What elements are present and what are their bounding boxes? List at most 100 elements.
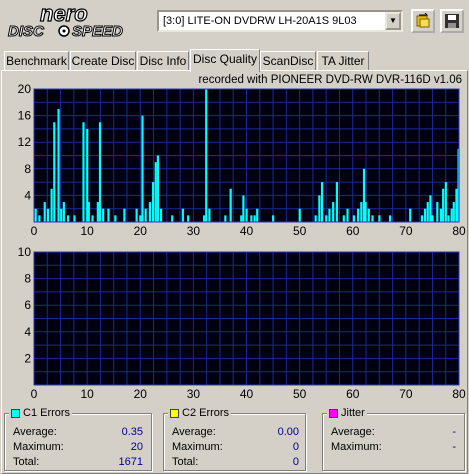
jitter-color-swatch <box>329 408 338 418</box>
tab-create-disc[interactable]: Create Disc <box>70 51 136 71</box>
c1-bar <box>272 215 275 222</box>
tab-disc-quality[interactable]: Disc Quality <box>190 49 260 72</box>
c1-average-value: 0.35 <box>121 426 143 438</box>
c1-bar <box>46 208 50 222</box>
floppy-save-icon <box>445 14 459 28</box>
drive-select[interactable]: [3:0] LITE-ON DVDRW LH-20A1S 9L03 ▼ <box>157 10 403 32</box>
c1-bar <box>87 202 90 222</box>
chevron-down-icon[interactable]: ▼ <box>385 12 401 30</box>
jitter-group: Jitter Average: - Maximum: - <box>322 407 465 471</box>
tab-benchmark[interactable]: Benchmark <box>4 51 69 71</box>
c1-bar <box>242 195 245 222</box>
c1-bar <box>357 208 360 222</box>
c1-bar <box>256 208 259 222</box>
c1-bar <box>332 202 335 222</box>
c1-bar <box>420 215 424 222</box>
c1-bar <box>152 182 155 222</box>
c2-total-label: Total: <box>172 456 199 468</box>
c2-x-tick-label: 50 <box>293 387 307 401</box>
c1-x-tick-label: 0 <box>31 224 38 238</box>
c1-bar <box>360 202 363 222</box>
c1-bar <box>73 215 76 222</box>
c2-total-value: 0 <box>292 456 299 468</box>
c1-bar <box>371 215 374 222</box>
c1-bar <box>50 188 53 222</box>
c1-bar <box>325 215 328 222</box>
c1-bar <box>378 215 381 222</box>
c1-bar <box>96 202 99 222</box>
jitter-title: Jitter <box>341 407 365 419</box>
c1-bar <box>60 208 63 222</box>
c1-bar <box>335 182 339 222</box>
logo-speed-text: SPEED <box>72 23 123 38</box>
c1-y-tick-label: 8 <box>24 162 31 176</box>
c1-bar <box>144 208 147 222</box>
c1-bar <box>439 208 443 222</box>
c1-bar <box>82 122 85 222</box>
c2-title: C2 Errors <box>182 407 230 419</box>
c1-bar <box>452 202 455 222</box>
drive-select-value: [3:0] LITE-ON DVDRW LH-20A1S 9L03 <box>163 15 357 27</box>
logo-disc-text: DISC <box>8 23 45 38</box>
c1-bar <box>409 208 412 222</box>
c1-total-value: 1671 <box>118 456 143 468</box>
swap-drive-button[interactable] <box>411 9 435 33</box>
c1-bar <box>154 162 157 222</box>
tab-scandisc[interactable]: ScanDisc <box>260 51 316 71</box>
c1-bar <box>328 208 331 222</box>
c2-y-tick-label: 6 <box>24 298 31 312</box>
c1-bar <box>424 208 427 222</box>
tab-disc-info[interactable]: Disc Info <box>137 51 189 71</box>
c1-bar <box>364 202 367 222</box>
c1-bar <box>123 208 126 222</box>
c1-bar <box>171 215 174 222</box>
c1-bar <box>436 202 439 222</box>
c1-x-tick-label: 80 <box>452 224 466 238</box>
c1-y-tick-label: 16 <box>18 109 32 123</box>
c1-x-tick-label: 40 <box>240 224 254 238</box>
save-button[interactable] <box>440 9 464 33</box>
c1-bar <box>114 215 117 222</box>
c1-bar <box>156 155 159 222</box>
c2-errors-chart-svg: 0 10 20 30 40 50 60 70 80 2 4 6 8 10 <box>18 245 466 401</box>
c1-bar <box>53 122 56 222</box>
c1-bar <box>318 195 321 222</box>
c1-bar <box>426 202 429 222</box>
c1-bar <box>314 215 317 222</box>
c1-bar <box>253 215 256 222</box>
c1-bar <box>203 215 206 222</box>
jitter-average-label: Average: <box>331 426 375 438</box>
c2-average-value: 0.00 <box>277 426 299 438</box>
tab-ta-jitter[interactable]: TA Jitter <box>317 51 369 71</box>
c2-x-tick-label: 0 <box>31 387 38 401</box>
c1-errors-group: C1 Errors Average: 0.35 Maximum: 20 Tota… <box>4 407 152 471</box>
c1-bar <box>240 215 243 222</box>
c1-average-label: Average: <box>13 426 57 438</box>
c1-total-label: Total: <box>13 456 40 468</box>
jitter-maximum-label: Maximum: <box>331 441 382 453</box>
c1-bar <box>205 89 208 222</box>
c1-maximum-value: 20 <box>130 441 143 453</box>
c1-bar <box>98 122 102 222</box>
c2-y-tick-label: 4 <box>24 325 31 339</box>
c1-bar <box>342 215 345 222</box>
c2-errors-chart: 0 10 20 30 40 50 60 70 80 2 4 6 8 10 <box>0 243 469 403</box>
c1-bar <box>62 202 65 222</box>
c1-bar <box>431 215 434 222</box>
c2-maximum-label: Maximum: <box>172 441 223 453</box>
c1-bar <box>367 208 370 222</box>
c1-bar <box>444 182 447 222</box>
c1-bar <box>91 215 94 222</box>
c1-y-tick-label: 12 <box>18 135 32 149</box>
c1-title: C1 Errors <box>23 407 71 419</box>
c1-bar <box>320 182 324 222</box>
jitter-average-value: - <box>452 426 456 438</box>
c1-color-swatch <box>11 408 20 418</box>
c1-maximum-label: Maximum: <box>13 441 64 453</box>
c1-x-tick-label: 30 <box>187 224 201 238</box>
c2-x-tick-label: 80 <box>452 387 466 401</box>
c1-bar <box>346 208 349 222</box>
c1-bar <box>429 195 432 222</box>
c1-bar <box>229 188 232 222</box>
c2-average-label: Average: <box>172 426 216 438</box>
